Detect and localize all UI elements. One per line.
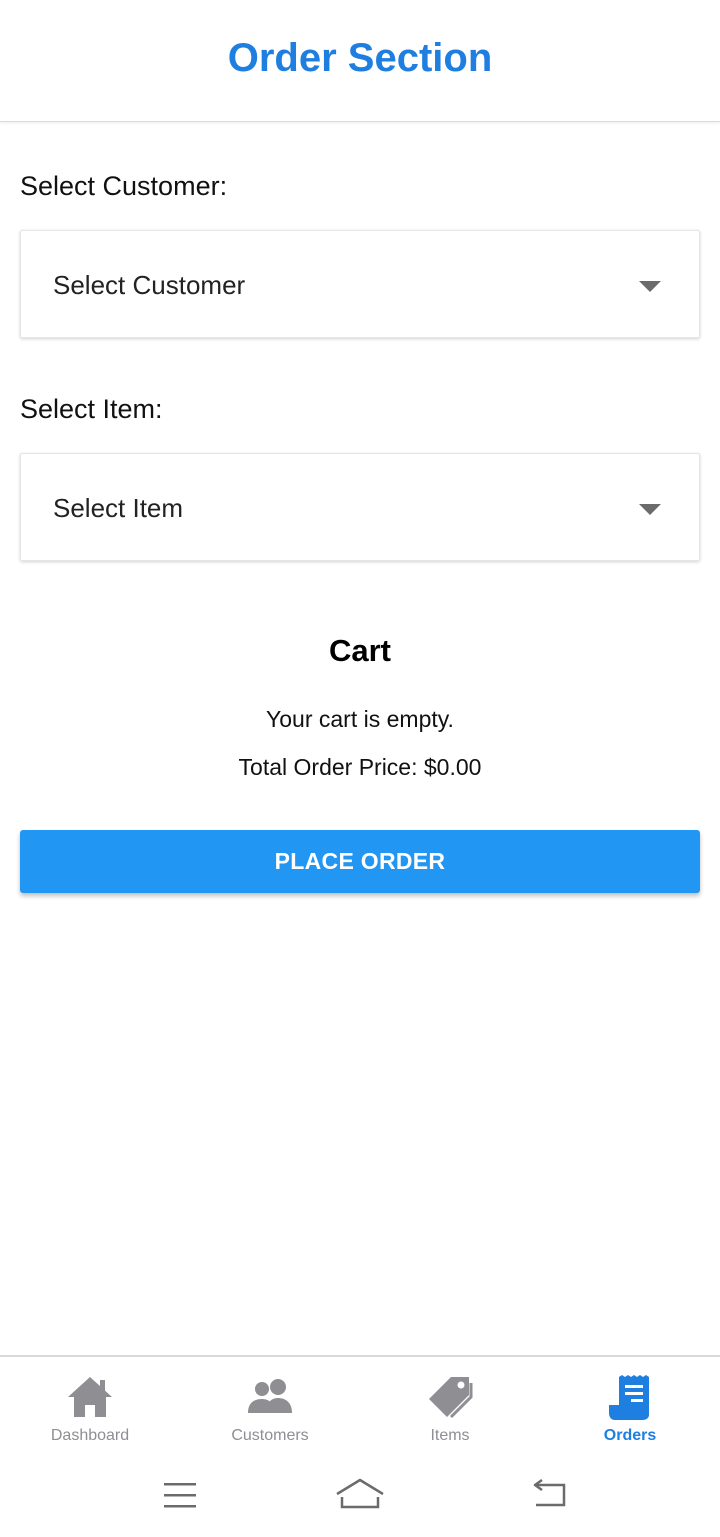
item-label: Select Item:: [20, 394, 163, 424]
back-icon[interactable]: [520, 1477, 580, 1517]
cart-empty-message: Your cart is empty.: [266, 706, 454, 732]
cart-title: Cart: [328, 633, 391, 668]
home-icon: [65, 1373, 115, 1421]
tab-dashboard[interactable]: Dashboard: [0, 1357, 180, 1461]
tab-label: Customers: [231, 1427, 309, 1444]
place-order-button[interactable]: PLACE ORDER: [20, 830, 700, 893]
tab-label: Orders: [603, 1427, 657, 1444]
people-icon: [245, 1373, 295, 1421]
tab-customers[interactable]: Customers: [180, 1357, 360, 1461]
customer-label: Select Customer:: [20, 171, 228, 201]
tab-orders[interactable]: Orders: [540, 1357, 720, 1461]
tab-label: Dashboard: [50, 1427, 130, 1444]
tag-icon: [425, 1373, 475, 1421]
customer-select-value: Select Customer: [53, 270, 246, 300]
tab-label: Items: [430, 1427, 470, 1444]
cart-total-price: Total Order Price: $0.00: [238, 754, 482, 780]
menu-icon[interactable]: [150, 1477, 210, 1517]
dropdown-caret-icon: [639, 504, 661, 515]
bottom-tab-bar: Dashboard Customers Items Orders: [0, 1355, 720, 1461]
item-select[interactable]: Select Item: [20, 453, 700, 561]
home-outline-icon[interactable]: [330, 1477, 390, 1517]
dropdown-caret-icon: [639, 281, 661, 292]
item-select-value: Select Item: [53, 493, 184, 523]
tab-items[interactable]: Items: [360, 1357, 540, 1461]
page-title: Order Section: [227, 36, 493, 80]
receipt-icon: [605, 1373, 655, 1421]
customer-select[interactable]: Select Customer: [20, 230, 700, 338]
app-header: Order Section: [0, 0, 720, 122]
system-navigation-bar: [0, 1459, 720, 1537]
